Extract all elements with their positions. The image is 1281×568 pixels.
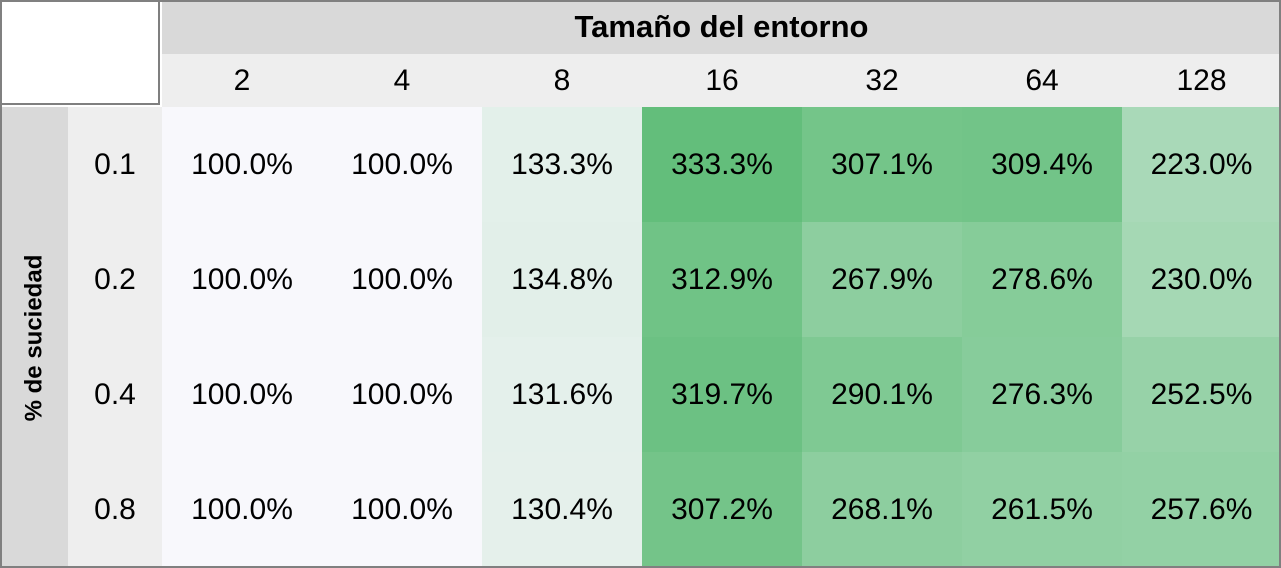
heatmap-cell: 223.0% [1122, 107, 1281, 222]
column-header: 128 [1122, 54, 1281, 107]
heatmap-cell: 134.8% [482, 222, 642, 337]
heatmap-cell: 312.9% [642, 222, 802, 337]
heatmap-cell: 100.0% [322, 222, 482, 337]
heatmap-cell: 100.0% [162, 452, 322, 568]
heatmap-cell: 268.1% [802, 452, 962, 568]
column-header: 64 [962, 54, 1122, 107]
heatmap-cell: 307.2% [642, 452, 802, 568]
heatmap-cell: 100.0% [322, 452, 482, 568]
heatmap-cell: 100.0% [322, 337, 482, 452]
heatmap-cell: 100.0% [162, 222, 322, 337]
heatmap-cell: 131.6% [482, 337, 642, 452]
heatmap-cell: 261.5% [962, 452, 1122, 568]
column-header: 32 [802, 54, 962, 107]
heatmap-cell: 130.4% [482, 452, 642, 568]
heatmap-cell: 290.1% [802, 337, 962, 452]
heatmap-cell: 100.0% [162, 107, 322, 222]
column-header: 2 [162, 54, 322, 107]
corner-cell [0, 0, 160, 105]
heatmap-cell: 276.3% [962, 337, 1122, 452]
heatmap-cell: 267.9% [802, 222, 962, 337]
row-header: 0.2 [68, 222, 162, 337]
heatmap-cell: 307.1% [802, 107, 962, 222]
y-axis-title-container: % de suciedad [0, 107, 68, 568]
heatmap-cell: 100.0% [322, 107, 482, 222]
heatmap-cell: 333.3% [642, 107, 802, 222]
heatmap-cell: 252.5% [1122, 337, 1281, 452]
row-header: 0.4 [68, 337, 162, 452]
row-header: 0.1 [68, 107, 162, 222]
heatmap-table: Tamaño del entorno % de suciedad 2 4 8 16 32… [0, 0, 1281, 568]
heatmap-cell: 309.4% [962, 107, 1122, 222]
y-axis-title: % de suciedad [20, 254, 48, 421]
heatmap-cell: 133.3% [482, 107, 642, 222]
heatmap-cell: 319.7% [642, 337, 802, 452]
column-header: 4 [322, 54, 482, 107]
column-header: 16 [642, 54, 802, 107]
column-header: 8 [482, 54, 642, 107]
heatmap-cell: 230.0% [1122, 222, 1281, 337]
heatmap-cell: 100.0% [162, 337, 322, 452]
heatmap-cell: 257.6% [1122, 452, 1281, 568]
heatmap-cell: 278.6% [962, 222, 1122, 337]
x-axis-title: Tamaño del entorno [162, 0, 1281, 54]
row-header: 0.8 [68, 452, 162, 568]
